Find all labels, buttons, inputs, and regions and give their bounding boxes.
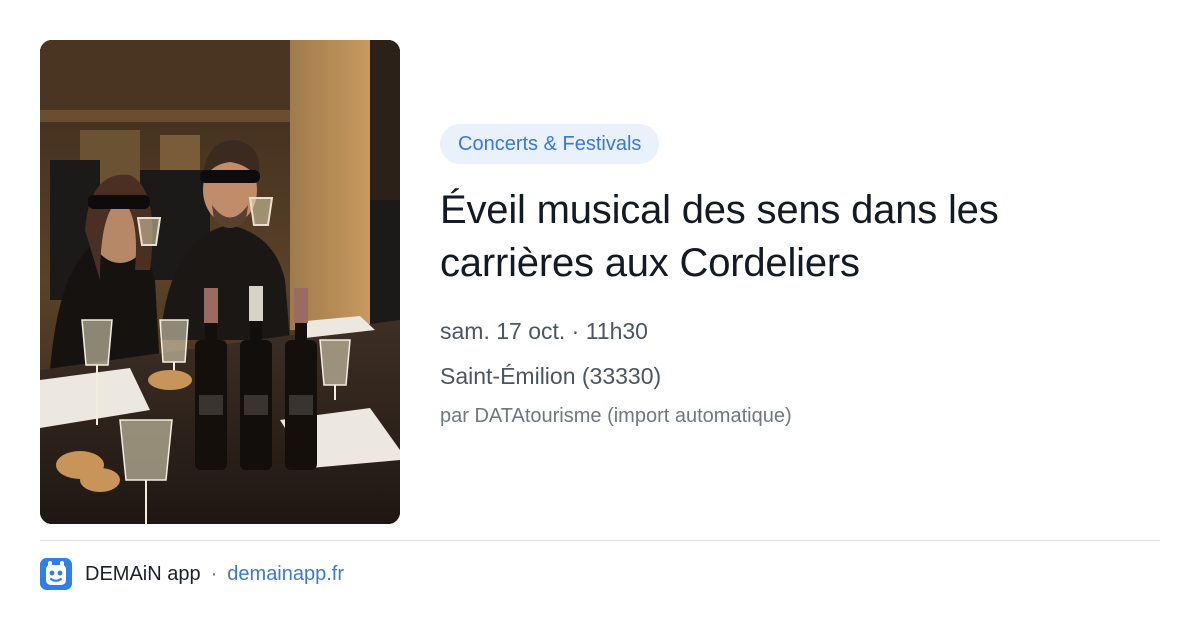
demain-app-icon[interactable] (40, 558, 72, 590)
footer: DEMAiN app · demainapp.fr (40, 558, 344, 590)
event-info: Concerts & Festivals Éveil musical des s… (440, 124, 1160, 429)
event-source: par DATAtourisme (import automatique) (440, 405, 792, 427)
event-location: Saint-Émilion (33330) (440, 363, 662, 389)
event-date: sam. 17 oct. · 11h30 (440, 318, 648, 344)
site-link[interactable]: demainapp.fr (227, 563, 344, 586)
category-tag[interactable]: Concerts & Festivals (440, 124, 660, 164)
footer-divider (40, 540, 1160, 541)
footer-separator: · (210, 562, 218, 585)
event-photo (40, 40, 400, 524)
app-name: DEMAiN app (85, 562, 201, 585)
event-photo-illustration (40, 40, 400, 524)
event-preview-card[interactable]: Concerts & Festivals Éveil musical des s… (0, 0, 1200, 630)
event-title[interactable]: Éveil musical des sens dans les carrière… (440, 184, 1160, 290)
